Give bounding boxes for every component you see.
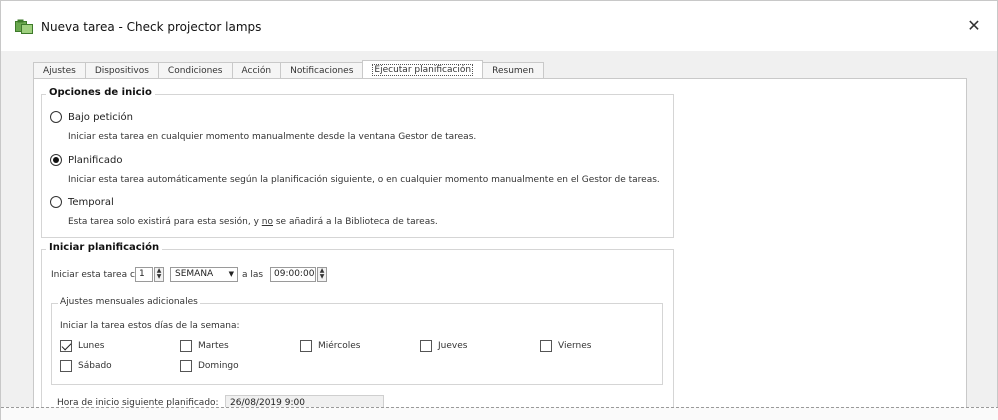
task-app-icon [15, 19, 33, 34]
tab-dispositivos[interactable]: Dispositivos [84, 62, 159, 79]
checkbox-viernes-box [540, 340, 552, 352]
tab-strip: Ajustes Dispositivos Condiciones Acción … [33, 60, 544, 79]
time-spinner[interactable]: ▲ ▼ [317, 267, 327, 282]
start-options-title: Opciones de inicio [46, 87, 155, 98]
radio-temporary-label: Temporal [68, 196, 114, 208]
period-select-value: SEMANA [175, 269, 214, 279]
temporary-desc: Esta tarea solo existirá para esta sesió… [68, 217, 438, 227]
close-icon: ✕ [967, 16, 981, 35]
every-value-input[interactable]: 1 [135, 267, 153, 282]
checkbox-miercoles[interactable]: Miércoles [300, 340, 361, 352]
radio-scheduled-indicator [50, 154, 62, 166]
tab-ejecutar-planificacion[interactable]: Ejecutar planificación [362, 60, 484, 79]
on-demand-desc: Iniciar esta tarea en cualquier momento … [68, 132, 477, 142]
tab-resumen[interactable]: Resumen [482, 62, 544, 79]
spinner-down-icon: ▼ [156, 273, 162, 280]
radio-temporary-indicator [50, 196, 62, 208]
radio-on-demand-label: Bajo petición [68, 111, 133, 123]
checkbox-sabado[interactable]: Sábado [60, 360, 112, 372]
checkbox-martes-box [180, 340, 192, 352]
checkbox-viernes[interactable]: Viernes [540, 340, 591, 352]
radio-scheduled-label: Planificado [68, 154, 123, 166]
tab-panel: Opciones de inicio Bajo petición Iniciar… [33, 78, 967, 420]
checkbox-domingo[interactable]: Domingo [180, 360, 239, 372]
schedule-title: Iniciar planificación [46, 242, 163, 253]
checkbox-martes[interactable]: Martes [180, 340, 229, 352]
checkbox-miercoles-box [300, 340, 312, 352]
monthly-settings-group: Ajustes mensuales adicionales Iniciar la… [51, 297, 663, 385]
scheduled-desc: Iniciar esta tarea automáticamente según… [68, 175, 660, 185]
radio-scheduled[interactable]: Planificado [50, 154, 122, 166]
checkbox-lunes[interactable]: Lunes [60, 340, 105, 352]
tab-notificaciones[interactable]: Notificaciones [280, 62, 364, 79]
task-window: Nueva tarea - Check projector lamps ✕ Aj… [0, 0, 998, 420]
start-options-group: Opciones de inicio Bajo petición Iniciar… [41, 87, 674, 238]
schedule-group: Iniciar planificación Iniciar esta tarea… [41, 242, 674, 420]
title-bar: Nueva tarea - Check projector lamps ✕ [1, 1, 997, 51]
time-input[interactable]: 09:00:00 [270, 267, 316, 282]
period-select[interactable]: SEMANA ▼ [170, 267, 238, 282]
close-button[interactable]: ✕ [963, 15, 985, 37]
radio-on-demand[interactable]: Bajo petición [50, 111, 133, 123]
checkbox-lunes-box [60, 340, 72, 352]
tab-condiciones[interactable]: Condiciones [157, 62, 233, 79]
radio-on-demand-indicator [50, 111, 62, 123]
checkbox-jueves[interactable]: Jueves [420, 340, 467, 352]
checkbox-jueves-box [420, 340, 432, 352]
days-label: Iniciar la tarea estos días de la semana… [60, 321, 240, 331]
tab-accion[interactable]: Acción [231, 62, 282, 79]
window-title: Nueva tarea - Check projector lamps [41, 20, 262, 34]
checkbox-domingo-box [180, 360, 192, 372]
chevron-down-icon: ▼ [228, 270, 234, 278]
radio-temporary[interactable]: Temporal [50, 196, 114, 208]
at-label: a las [242, 270, 264, 280]
monthly-settings-title: Ajustes mensuales adicionales [58, 297, 200, 307]
checkbox-sabado-box [60, 360, 72, 372]
spinner-down-icon: ▼ [319, 273, 325, 280]
torn-edge [1, 407, 998, 420]
tab-ajustes[interactable]: Ajustes [33, 62, 86, 79]
every-spinner[interactable]: ▲ ▼ [154, 267, 164, 282]
